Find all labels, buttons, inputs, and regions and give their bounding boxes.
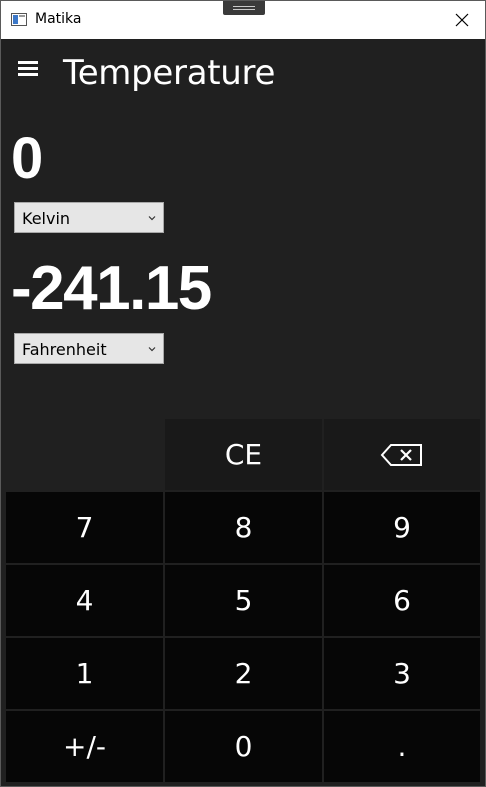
digit-3-button[interactable]: 3 (324, 638, 480, 709)
keypad: CE 7 8 9 4 5 6 1 2 3 +/- 0 . (6, 419, 482, 782)
digit-6-button[interactable]: 6 (324, 565, 480, 636)
backspace-button[interactable] (324, 419, 480, 490)
window-title: Matika (35, 11, 82, 27)
title-bar[interactable]: Matika (1, 1, 485, 39)
digit-5-button[interactable]: 5 (165, 565, 322, 636)
hamburger-icon (18, 61, 38, 76)
clear-entry-button[interactable]: CE (165, 419, 322, 490)
digit-9-button[interactable]: 9 (324, 492, 480, 563)
from-unit-select[interactable]: Kelvin (14, 202, 164, 233)
menu-button[interactable] (13, 55, 45, 89)
sign-toggle-button[interactable]: +/- (6, 711, 163, 782)
digit-7-button[interactable]: 7 (6, 492, 163, 563)
chevron-down-icon (148, 347, 156, 352)
drag-handle[interactable] (223, 1, 265, 15)
output-value: -241.15 (11, 254, 212, 323)
page-title: Temperature (63, 53, 276, 93)
to-unit-select[interactable]: Fahrenheit (14, 333, 164, 364)
app-icon (11, 13, 27, 26)
digit-4-button[interactable]: 4 (6, 565, 163, 636)
digit-2-button[interactable]: 2 (165, 638, 322, 709)
digit-1-button[interactable]: 1 (6, 638, 163, 709)
keypad-spacer (6, 419, 163, 490)
backspace-icon (380, 443, 422, 466)
digit-0-button[interactable]: 0 (165, 711, 322, 782)
digit-8-button[interactable]: 8 (165, 492, 322, 563)
to-unit-label: Fahrenheit (22, 340, 107, 359)
input-value: 0 (11, 126, 43, 191)
close-icon (455, 13, 469, 27)
chevron-down-icon (148, 216, 156, 221)
app-window: Matika Temperature 0 Kelvin -241.15 Fahr… (0, 0, 486, 787)
from-unit-label: Kelvin (22, 209, 71, 228)
close-button[interactable] (439, 1, 485, 39)
decimal-button[interactable]: . (324, 711, 480, 782)
